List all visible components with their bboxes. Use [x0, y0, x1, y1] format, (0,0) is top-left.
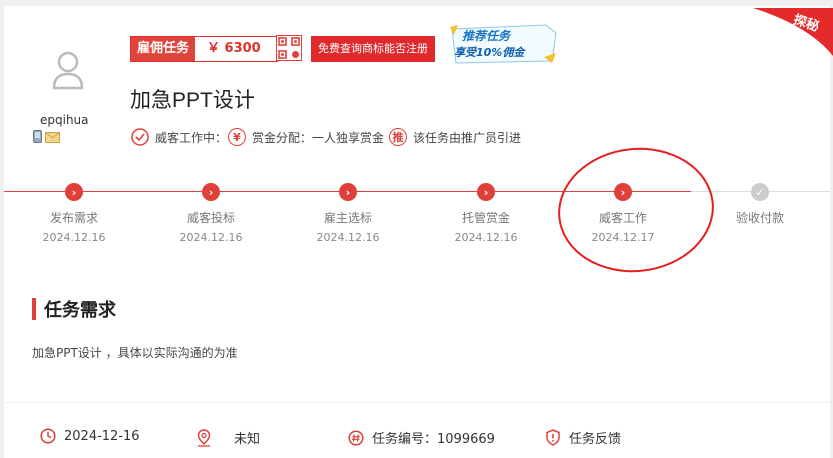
section-title-text: 任务需求: [44, 300, 116, 321]
email-verified-icon: [45, 132, 60, 143]
meta-status: 威客工作中：: [131, 128, 227, 146]
step-publish: › 发布需求 2024.12.16: [14, 183, 134, 244]
task-title: 加急PPT设计: [130, 89, 255, 112]
clock-icon: [40, 428, 56, 444]
requirement-text: 加急PPT设计 ，具体以实际沟通的为准: [32, 346, 238, 360]
step-date: 2024.12.16: [179, 231, 243, 244]
step-bid: › 威客投标 2024.12.16: [151, 183, 271, 244]
step-date: 2024.12.16: [42, 231, 106, 244]
meta-reward-split-text: 赏金分配：一人独享赏金: [252, 130, 385, 145]
promo-line2: 享受10%佣金: [454, 46, 526, 59]
user-verify-icons: [33, 130, 60, 143]
step-name: 发布需求: [49, 211, 98, 225]
avatar-icon[interactable]: [42, 44, 94, 96]
footer-task-number: 任务编号：1099669: [348, 428, 495, 447]
step-arrow-icon: ›: [477, 183, 495, 201]
hash-icon: [348, 429, 364, 446]
shield-alert-icon: [546, 429, 560, 446]
step-date: 2024.12.16: [454, 231, 518, 244]
step-escrow: › 托管赏金 2024.12.16: [426, 183, 546, 244]
trademark-query-button[interactable]: 免费查询商标能否注册: [311, 36, 435, 62]
divider: [4, 402, 830, 403]
step-acceptance: ✓ 验收付款: [700, 183, 820, 231]
footer-task-number-text: 任务编号：1099669: [372, 432, 495, 447]
step-arrow-icon: ›: [202, 183, 220, 201]
task-feedback-text[interactable]: 任务反馈: [569, 428, 621, 447]
step-name: 托管赏金: [461, 211, 510, 225]
section-title: 任务需求: [32, 296, 116, 322]
meta-reward-split: ¥ 赏金分配：一人独享赏金: [228, 128, 384, 146]
step-check-icon: ✓: [751, 183, 769, 201]
footer-location: 未知: [196, 428, 260, 447]
footer-location-text: 未知: [234, 432, 261, 447]
meta-promoter-text: 该任务由推广员引进: [413, 130, 522, 145]
corner-badge[interactable]: 探秘: [753, 8, 833, 56]
step-arrow-icon: ›: [65, 183, 83, 201]
step-name: 雇主选标: [323, 211, 372, 225]
footer-date-text: 2024-12-16: [64, 428, 140, 444]
recommend-circle-icon: 推: [389, 128, 407, 146]
promo-line1: 推荐任务: [462, 29, 512, 43]
footer-date: 2024-12-16: [40, 428, 140, 444]
username[interactable]: epqihua: [40, 113, 89, 127]
step-select: › 雇主选标 2024.12.16: [288, 183, 408, 244]
meta-status-text: 威客工作中：: [155, 130, 228, 145]
reward-label: 雇佣任务: [131, 37, 196, 61]
step-name: 验收付款: [735, 211, 784, 225]
meta-promoter: 推 该任务由推广员引进: [389, 128, 521, 146]
recommend-task-banner[interactable]: 推荐任务 享受10%佣金: [448, 23, 560, 65]
phone-verified-icon: [33, 130, 42, 143]
step-date: 2024.12.16: [316, 231, 380, 244]
section-accent-bar: [32, 298, 36, 320]
qr-code-icon[interactable]: [276, 35, 302, 61]
check-circle-icon: [131, 128, 149, 146]
yuan-circle-icon: ¥: [228, 128, 246, 146]
task-feedback-link[interactable]: 任务反馈: [545, 428, 621, 447]
reward-amount: ￥ 6300: [195, 37, 278, 61]
step-arrow-icon: ›: [339, 183, 357, 201]
reward-box: 雇佣任务 ￥ 6300: [130, 36, 279, 62]
step-name: 威客投标: [186, 211, 235, 225]
location-pin-icon: [197, 428, 211, 447]
